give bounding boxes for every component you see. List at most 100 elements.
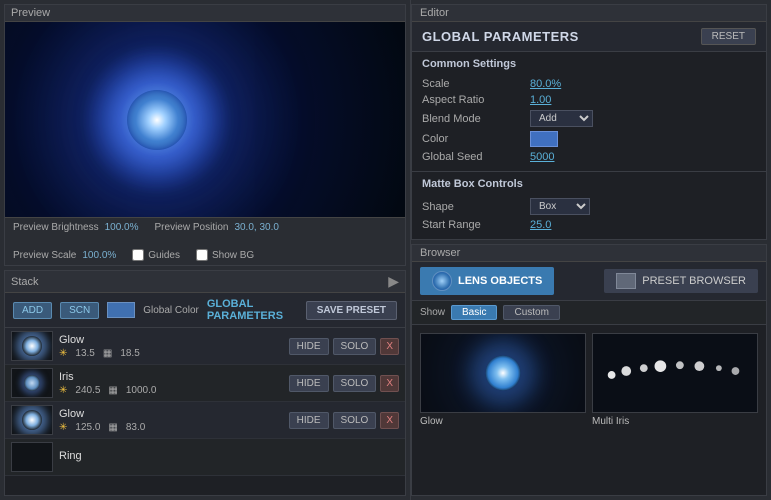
browser-section: Browser LENS OBJECTS PRESET BROWSER Show… <box>411 244 767 496</box>
scale-info: Preview Scale 100.0% <box>13 249 116 261</box>
browser-tabs: LENS OBJECTS PRESET BROWSER <box>412 262 766 301</box>
guides-label: Guides <box>148 250 180 261</box>
common-settings-title: Common Settings <box>422 58 756 70</box>
preview-header: Preview <box>5 5 405 22</box>
stack-item[interactable]: Ring <box>5 439 405 476</box>
global-seed-value[interactable]: 5000 <box>530 151 554 163</box>
hide-button-1[interactable]: HIDE <box>289 375 329 392</box>
thumb-glow-effect <box>22 336 42 356</box>
scale-row: Scale 80.0% <box>422 76 756 92</box>
thumb-iris-effect <box>24 375 40 391</box>
stack-item-name-2: Glow <box>59 408 283 420</box>
stack-item[interactable]: Glow ✳ 125.0 ▦ 83.0 HIDE SOLO X <box>5 402 405 439</box>
param2-value-0: 18.5 <box>120 348 139 359</box>
stack-thumb-glow1 <box>11 331 53 361</box>
stack-thumb-glow2 <box>11 405 53 435</box>
stack-thumb-ring <box>11 442 53 472</box>
param1-icon-0: ✳ <box>59 348 67 359</box>
add-button[interactable]: ADD <box>13 302 52 319</box>
param2-value-1: 1000.0 <box>126 385 157 396</box>
preset-tab-label: PRESET BROWSER <box>642 275 746 287</box>
guides-checkbox-container[interactable]: Guides <box>132 249 180 261</box>
brightness-value: 100.0% <box>105 222 139 233</box>
lens-objects-tab[interactable]: LENS OBJECTS <box>420 267 554 295</box>
preset-browser-tab[interactable]: PRESET BROWSER <box>604 269 758 293</box>
lens-icon <box>432 271 452 291</box>
browser-item-multi-iris[interactable]: Multi Iris <box>592 333 758 487</box>
solo-button-1[interactable]: SOLO <box>333 375 377 392</box>
browser-thumb-glow <box>420 333 586 413</box>
browser-grid: Glow Multi Iri <box>412 325 766 495</box>
browser-item-glow[interactable]: Glow <box>420 333 586 487</box>
position-value: 30.0, 30.0 <box>234 222 278 233</box>
stack-item-name-1: Iris <box>59 371 283 383</box>
scn-button[interactable]: SCN <box>60 302 99 319</box>
param1-value-1: 240.5 <box>75 385 100 396</box>
browser-glow-effect <box>486 356 521 391</box>
param1-icon-1: ✳ <box>59 385 67 396</box>
preset-icon <box>616 273 636 289</box>
stack-arrow-icon[interactable]: ▶ <box>388 273 399 290</box>
common-settings: Common Settings Scale 80.0% Aspect Ratio… <box>412 52 766 172</box>
aspect-ratio-row: Aspect Ratio 1.00 <box>422 92 756 108</box>
stack-item-info-1: Iris ✳ 240.5 ▦ 1000.0 <box>59 371 283 396</box>
global-color-label: Global Color <box>143 305 199 316</box>
preview-info-bar: Preview Brightness 100.0% Preview Positi… <box>5 217 405 265</box>
browser-thumb-multi-iris <box>592 333 758 413</box>
hide-button-0[interactable]: HIDE <box>289 338 329 355</box>
stack-section: Stack ▶ ADD SCN Global Color GLOBAL PARA… <box>4 270 406 496</box>
global-color-swatch[interactable] <box>107 302 135 318</box>
stack-item[interactable]: Glow ✳ 13.5 ▦ 18.5 HIDE SOLO X <box>5 328 405 365</box>
stack-item-params-1: ✳ 240.5 ▦ 1000.0 <box>59 385 283 396</box>
custom-filter-button[interactable]: Custom <box>503 305 559 320</box>
reset-button[interactable]: RESET <box>701 28 756 45</box>
delete-button-0[interactable]: X <box>380 338 399 355</box>
matte-box-section: Matte Box Controls Shape Box Oval Start … <box>412 172 766 239</box>
color-swatch[interactable] <box>530 131 558 147</box>
matte-box-title: Matte Box Controls <box>422 178 756 190</box>
brightness-label: Preview Brightness <box>13 222 99 233</box>
stack-item-name-0: Glow <box>59 334 283 346</box>
param1-value-2: 125.0 <box>75 422 100 433</box>
editor-title-bar: GLOBAL PARAMETERS RESET <box>412 22 766 52</box>
color-row: Color <box>422 129 756 149</box>
preview-canvas <box>5 22 405 217</box>
stack-item-btns-1: HIDE SOLO X <box>289 375 399 392</box>
save-preset-button[interactable]: SAVE PRESET <box>306 301 397 320</box>
stack-item-btns-0: HIDE SOLO X <box>289 338 399 355</box>
shape-row: Shape Box Oval <box>422 196 756 217</box>
scale-label: Preview Scale <box>13 250 76 261</box>
basic-filter-button[interactable]: Basic <box>451 305 497 320</box>
scale-value[interactable]: 80.0% <box>530 78 561 90</box>
blend-mode-row: Blend Mode Add Normal Screen <box>422 108 756 129</box>
blend-mode-dropdown[interactable]: Add Normal Screen <box>530 110 593 127</box>
aspect-ratio-value[interactable]: 1.00 <box>530 94 551 106</box>
browser-show-row: Show Basic Custom <box>412 301 766 325</box>
start-range-value[interactable]: 25.0 <box>530 219 551 231</box>
stack-item[interactable]: Iris ✳ 240.5 ▦ 1000.0 HIDE SOLO X <box>5 365 405 402</box>
shape-dropdown[interactable]: Box Oval <box>530 198 590 215</box>
thumb-glow2-effect <box>22 410 42 430</box>
showbg-checkbox[interactable] <box>196 249 208 261</box>
multi-iris-svg <box>593 334 757 412</box>
guides-checkbox[interactable] <box>132 249 144 261</box>
param2-icon-0: ▦ <box>103 348 112 359</box>
browser-item-label-multi-iris: Multi Iris <box>592 416 758 427</box>
stack-item-info-3: Ring <box>59 450 393 464</box>
stack-item-name-3: Ring <box>59 450 393 462</box>
hide-button-2[interactable]: HIDE <box>289 412 329 429</box>
delete-button-1[interactable]: X <box>380 375 399 392</box>
param2-icon-1: ▦ <box>108 385 117 396</box>
stack-item-params-0: ✳ 13.5 ▦ 18.5 <box>59 348 283 359</box>
stack-header: Stack ▶ <box>5 271 405 293</box>
browser-item-label-glow: Glow <box>420 416 586 427</box>
param2-value-2: 83.0 <box>126 422 145 433</box>
showbg-checkbox-container[interactable]: Show BG <box>196 249 254 261</box>
shape-label: Shape <box>422 201 522 213</box>
delete-button-2[interactable]: X <box>380 412 399 429</box>
solo-button-0[interactable]: SOLO <box>333 338 377 355</box>
stack-item-params-2: ✳ 125.0 ▦ 83.0 <box>59 422 283 433</box>
left-panel: Preview Preview Brightness 100.0% Previe… <box>0 0 410 500</box>
solo-button-2[interactable]: SOLO <box>333 412 377 429</box>
start-range-row: Start Range 25.0 <box>422 217 756 233</box>
